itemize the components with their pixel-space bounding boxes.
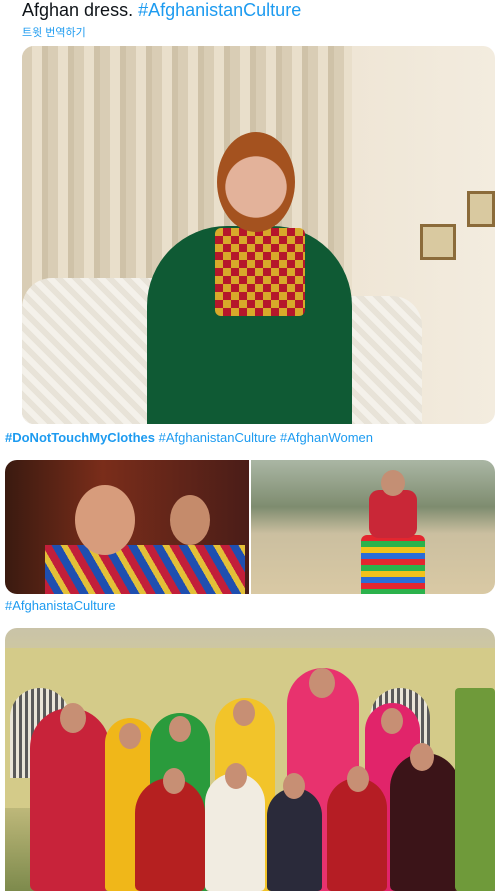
embroidered-panel [215, 228, 305, 316]
girl-head [119, 723, 141, 749]
girl-head [347, 766, 369, 792]
red-top [369, 490, 417, 538]
colorful-dress [45, 545, 245, 594]
corn-plant [455, 688, 495, 891]
girl-head [309, 668, 335, 698]
girl [327, 778, 387, 891]
girl-head [60, 703, 86, 733]
photo-girls-group[interactable] [5, 628, 495, 891]
photo-women-colorful[interactable] [5, 460, 249, 594]
girl [135, 778, 205, 891]
photo2-caption[interactable]: #AfghanistaCulture [5, 598, 116, 613]
hashtag-link[interactable]: #DoNotTouchMyClothes [5, 430, 155, 445]
photo-woman-green-dress[interactable] [22, 46, 495, 424]
woman-head [381, 470, 405, 496]
photo-woman-field[interactable] [251, 460, 495, 594]
tweet-text: Afghan dress. #AfghanistanCulture [22, 0, 301, 21]
wall-frame [420, 224, 456, 260]
girl-head [163, 768, 185, 794]
woman-head [217, 132, 295, 232]
photo1-caption: #DoNotTouchMyClothes #AfghanistanCulture… [5, 430, 373, 445]
girl-head [410, 743, 434, 771]
girl-head [169, 716, 191, 742]
girl-head [381, 708, 403, 734]
girl [267, 788, 322, 891]
hashtag-link[interactable]: #AfghanistanCulture #AfghanWomen [159, 430, 373, 445]
woman-face [75, 485, 135, 555]
girl [390, 753, 460, 891]
girl-head [233, 700, 255, 726]
girl-head [283, 773, 305, 799]
girl-head [225, 763, 247, 789]
striped-skirt [361, 535, 425, 594]
tweet-text-plain: Afghan dress. [22, 0, 134, 20]
girl [30, 708, 110, 891]
translate-tweet-link[interactable]: 트윗 번역하기 [22, 24, 86, 40]
woman-face [170, 495, 210, 545]
wall-frame [467, 191, 495, 227]
girl [205, 773, 265, 891]
hashtag-link[interactable]: #AfghanistanCulture [138, 0, 301, 20]
